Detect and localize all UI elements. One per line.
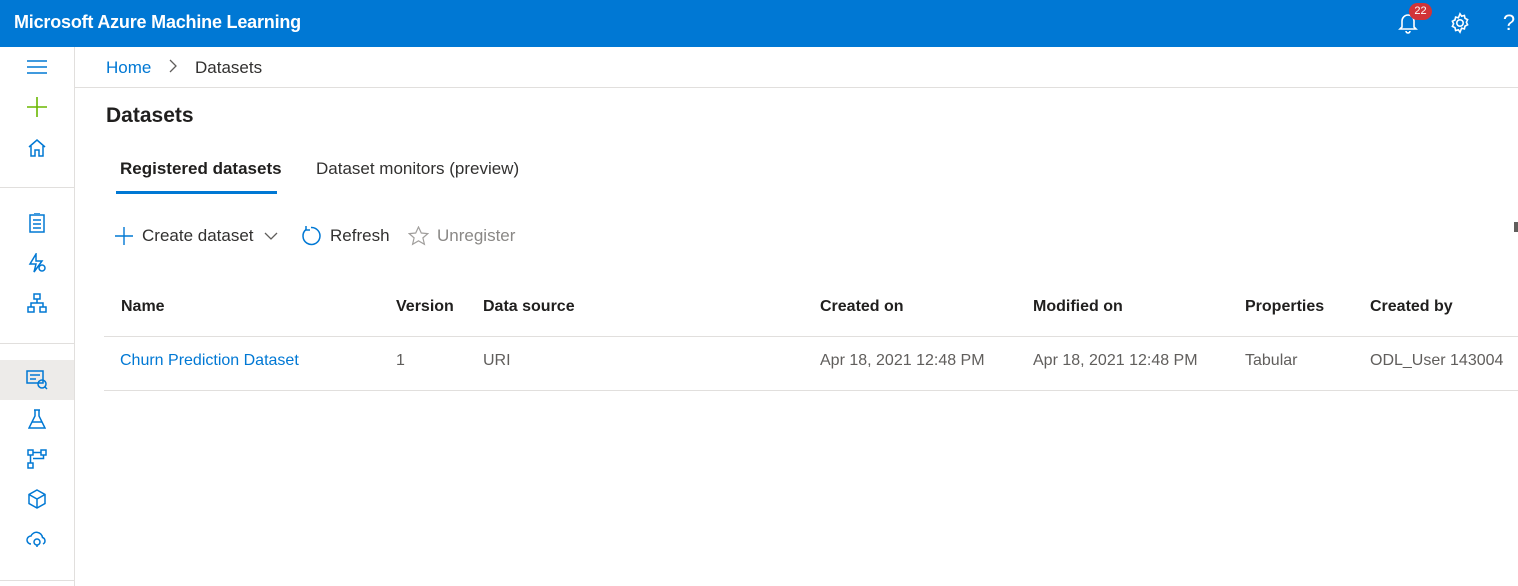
table-row-divider [104,390,1518,391]
dataset-name-link[interactable]: Churn Prediction Dataset [120,352,299,370]
column-header-created-on[interactable]: Created on [820,298,904,316]
cell-properties: Tabular [1245,352,1298,369]
column-header-created-by[interactable]: Created by [1370,298,1453,316]
column-header-version[interactable]: Version [396,298,454,316]
column-header-modified-on[interactable]: Modified on [1033,298,1123,316]
page-title: Datasets [106,104,194,127]
create-dataset-button[interactable]: Create dataset [114,222,278,250]
app-title[interactable]: Microsoft Azure Machine Learning [14,12,301,33]
left-nav-rail [0,47,75,586]
refresh-icon [302,226,321,246]
chevron-down-icon[interactable] [264,231,278,241]
unregister-label: Unregister [437,226,516,245]
column-header-properties[interactable]: Properties [1245,298,1324,316]
home-icon[interactable] [0,130,74,166]
unregister-button[interactable]: Unregister [408,222,515,250]
datasets-icon[interactable] [0,360,74,400]
selected-tab-indicator [116,191,277,194]
plus-icon [115,227,133,245]
star-icon [408,226,429,246]
chevron-right-icon [168,59,178,78]
cell-modified-on: Apr 18, 2021 12:48 PM [1033,352,1198,369]
cell-data-source: URI [483,352,511,369]
create-dataset-label: Create dataset [142,226,254,245]
hamburger-icon[interactable] [0,49,74,85]
cell-created-by: ODL_User 143004 [1370,352,1504,369]
column-header-data-source[interactable]: Data source [483,298,575,316]
cell-version: 1 [396,352,405,369]
tab-registered-datasets[interactable]: Registered datasets [120,159,282,179]
tab-dataset-monitors[interactable]: Dataset monitors (preview) [316,159,519,179]
models-icon[interactable] [0,481,74,517]
automl-icon[interactable] [0,245,74,281]
breadcrumb: Home Datasets [75,47,1518,88]
notebook-icon[interactable] [0,205,74,241]
designer-icon[interactable] [0,285,74,321]
plus-icon[interactable] [0,89,74,125]
top-bar: Microsoft Azure Machine Learning 22 ? [0,0,1518,47]
help-icon[interactable]: ? [1497,10,1518,36]
scrollbar[interactable] [1514,222,1518,232]
experiments-icon[interactable] [0,401,74,437]
notification-count-badge: 22 [1409,3,1432,20]
breadcrumb-current: Datasets [195,58,263,77]
breadcrumb-home-link[interactable]: Home [106,58,151,78]
table-header-divider [104,336,1518,337]
refresh-label: Refresh [330,226,390,245]
cell-created-on: Apr 18, 2021 12:48 PM [820,352,985,369]
column-header-name[interactable]: Name [121,298,165,316]
gear-icon[interactable] [1448,10,1472,36]
endpoints-icon[interactable] [0,521,74,557]
pipelines-icon[interactable] [0,441,74,477]
refresh-button[interactable]: Refresh [300,222,390,250]
